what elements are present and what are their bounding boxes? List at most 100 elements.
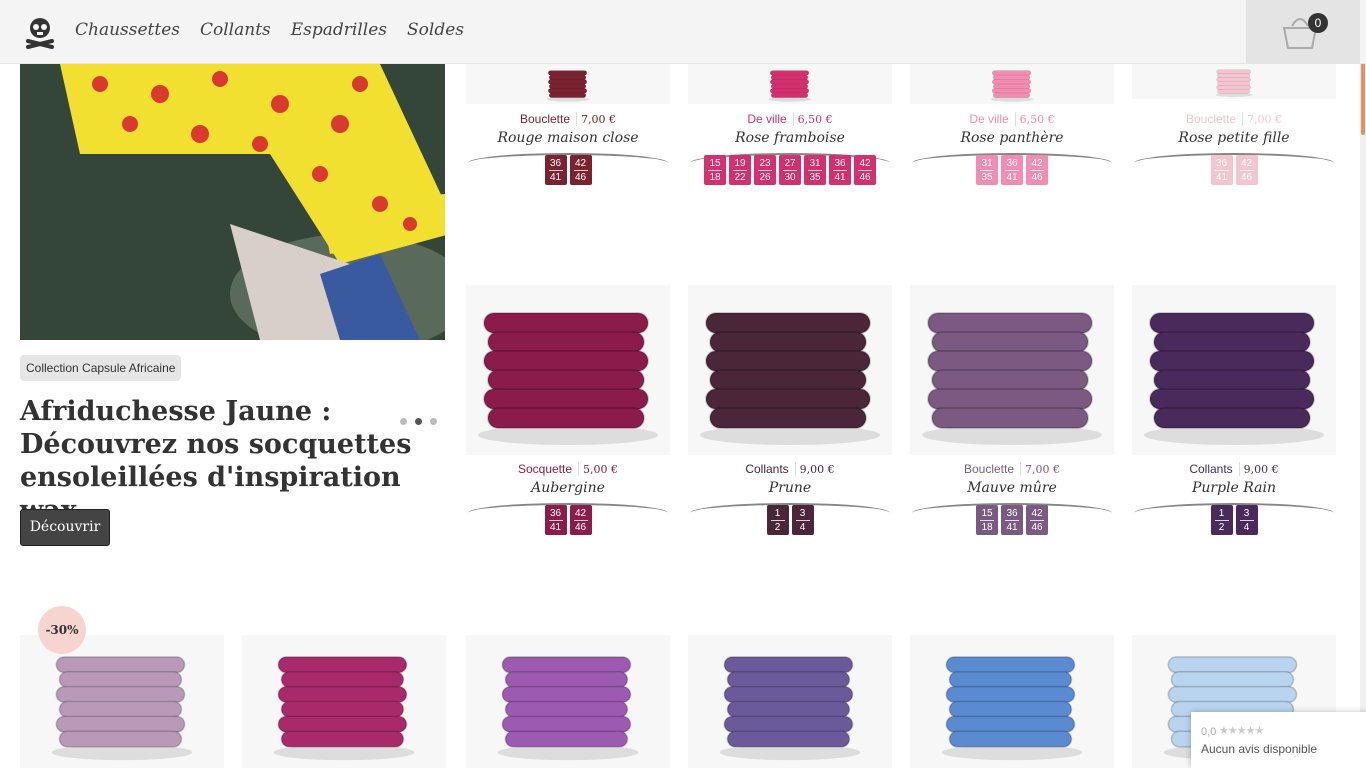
size-max: 46 xyxy=(1031,172,1043,183)
size-option[interactable]: 42 46 xyxy=(854,155,876,185)
product-name[interactable]: Rose petite fille xyxy=(1132,130,1336,146)
size-option[interactable]: 36 41 xyxy=(1001,505,1023,535)
size-min: 31 xyxy=(981,158,993,169)
size-max: 35 xyxy=(809,172,821,183)
product-price: 9,00 € xyxy=(799,463,835,476)
size-option[interactable]: 42 46 xyxy=(1235,155,1258,185)
product-image[interactable] xyxy=(688,64,892,104)
size-option[interactable]: 36 41 xyxy=(1001,155,1023,185)
site-header: Chaussettes Collants Espadrilles Soldes … xyxy=(0,0,1366,64)
product-image[interactable] xyxy=(20,635,224,768)
size-option[interactable]: 19 22 xyxy=(729,155,751,185)
product-meta: Collants 9,00 € xyxy=(1132,458,1336,477)
size-option[interactable]: 15 18 xyxy=(704,155,726,185)
product-image[interactable] xyxy=(910,285,1114,455)
product-price: 7,00 € xyxy=(1247,113,1283,126)
size-min: 1 xyxy=(1218,508,1225,519)
size-option[interactable]: 42 46 xyxy=(1026,505,1048,535)
discover-button[interactable]: Découvrir xyxy=(20,509,110,546)
product-name[interactable]: Purple Rain xyxy=(1132,480,1336,496)
size-min: 36 xyxy=(1006,158,1018,169)
product-image[interactable] xyxy=(688,285,892,455)
product-price: 6,50 € xyxy=(1019,113,1055,126)
size-min: 19 xyxy=(734,158,746,169)
carousel-dot[interactable] xyxy=(430,418,437,425)
size-min: 3 xyxy=(799,508,806,519)
size-option[interactable]: 42 46 xyxy=(1026,155,1048,185)
cart-button[interactable]: 0 xyxy=(1246,0,1360,64)
size-option[interactable]: 42 46 xyxy=(569,155,592,185)
product-price: 9,00 € xyxy=(1243,463,1279,476)
product-name[interactable]: Rose panthère xyxy=(910,130,1114,146)
size-min: 3 xyxy=(1243,508,1250,519)
size-max: 18 xyxy=(981,522,993,533)
size-max: 26 xyxy=(759,172,771,183)
product-image[interactable] xyxy=(1132,285,1336,455)
size-option[interactable]: 31 35 xyxy=(976,155,998,185)
product-price: 7,00 € xyxy=(581,113,617,126)
size-max: 41 xyxy=(549,172,562,183)
size-option[interactable]: 12 xyxy=(766,505,789,535)
size-max: 46 xyxy=(859,172,871,183)
size-option[interactable]: 36 41 xyxy=(829,155,851,185)
product-image[interactable] xyxy=(688,635,892,768)
product-name[interactable]: Prune xyxy=(688,480,892,496)
size-option[interactable]: 27 30 xyxy=(779,155,801,185)
product-image[interactable] xyxy=(1132,64,1336,99)
collection-tag[interactable]: Collection Capsule Africaine xyxy=(20,355,182,381)
nav-link-soldes[interactable]: Soldes xyxy=(407,20,464,40)
nav-link-chaussettes[interactable]: Chaussettes xyxy=(75,20,180,40)
size-option[interactable]: 31 35 xyxy=(804,155,826,185)
cart-count-badge: 0 xyxy=(1308,13,1328,33)
product-name[interactable]: Mauve mûre xyxy=(910,480,1114,496)
size-option[interactable]: 23 26 xyxy=(754,155,776,185)
size-option[interactable]: 36 41 xyxy=(544,155,567,185)
hero-title: Afriduchesse Jaune : Découvrez nos socqu… xyxy=(20,396,412,526)
size-max: 4 xyxy=(799,522,806,533)
size-option[interactable]: 36 41 xyxy=(1210,155,1233,185)
size-option[interactable]: 12 xyxy=(1210,505,1233,535)
product-price: 5,00 € xyxy=(583,463,619,476)
product-name[interactable]: Rose framboise xyxy=(688,130,892,146)
size-max: 46 xyxy=(1240,172,1253,183)
product-image[interactable] xyxy=(242,635,446,768)
size-max: 41 xyxy=(1006,172,1018,183)
product-image[interactable] xyxy=(910,64,1114,104)
product-name[interactable]: Aubergine xyxy=(466,480,670,496)
size-option[interactable]: 42 46 xyxy=(569,505,592,535)
product-category: Bouclette xyxy=(963,462,1022,476)
size-option[interactable]: 36 41 xyxy=(544,505,567,535)
product-image[interactable] xyxy=(910,635,1114,768)
size-max: 41 xyxy=(1006,522,1018,533)
logo-icon[interactable] xyxy=(24,15,56,49)
size-max: 2 xyxy=(1218,522,1225,533)
product-name[interactable]: Rouge maison close xyxy=(466,130,670,146)
product-meta: De ville 6,50 € xyxy=(688,108,892,127)
product-meta: Bouclette 7,00 € xyxy=(910,458,1114,477)
size-option[interactable]: 34 xyxy=(791,505,814,535)
size-max: 41 xyxy=(1215,172,1228,183)
nav-link-collants[interactable]: Collants xyxy=(200,20,271,40)
size-max: 41 xyxy=(834,172,846,183)
size-min: 27 xyxy=(784,158,796,169)
reviews-widget[interactable]: 0,0 ★★★★★ Aucun avis disponible xyxy=(1191,712,1366,768)
product-image[interactable] xyxy=(466,635,670,768)
hero-image[interactable] xyxy=(20,64,445,340)
size-option[interactable]: 34 xyxy=(1235,505,1258,535)
product-image[interactable] xyxy=(466,64,670,104)
size-option[interactable]: 15 18 xyxy=(976,505,998,535)
product-meta: Collants 9,00 € xyxy=(688,458,892,477)
size-min: 42 xyxy=(859,158,871,169)
carousel-dot[interactable] xyxy=(400,418,407,425)
product-meta: Bouclette 7,00 € xyxy=(1132,108,1336,127)
nav-link-espadrilles[interactable]: Espadrilles xyxy=(291,20,387,40)
review-score: 0,0 xyxy=(1201,726,1217,738)
size-min: 42 xyxy=(1031,158,1043,169)
star-rating-icon: ★★★★★ xyxy=(1219,725,1264,737)
carousel-dot-active[interactable] xyxy=(415,418,422,425)
size-list: 36 41 42 46 xyxy=(466,155,670,185)
review-text: Aucun avis disponible xyxy=(1201,742,1318,756)
product-image[interactable] xyxy=(466,285,670,455)
size-min: 15 xyxy=(981,508,993,519)
size-max: 4 xyxy=(1243,522,1250,533)
